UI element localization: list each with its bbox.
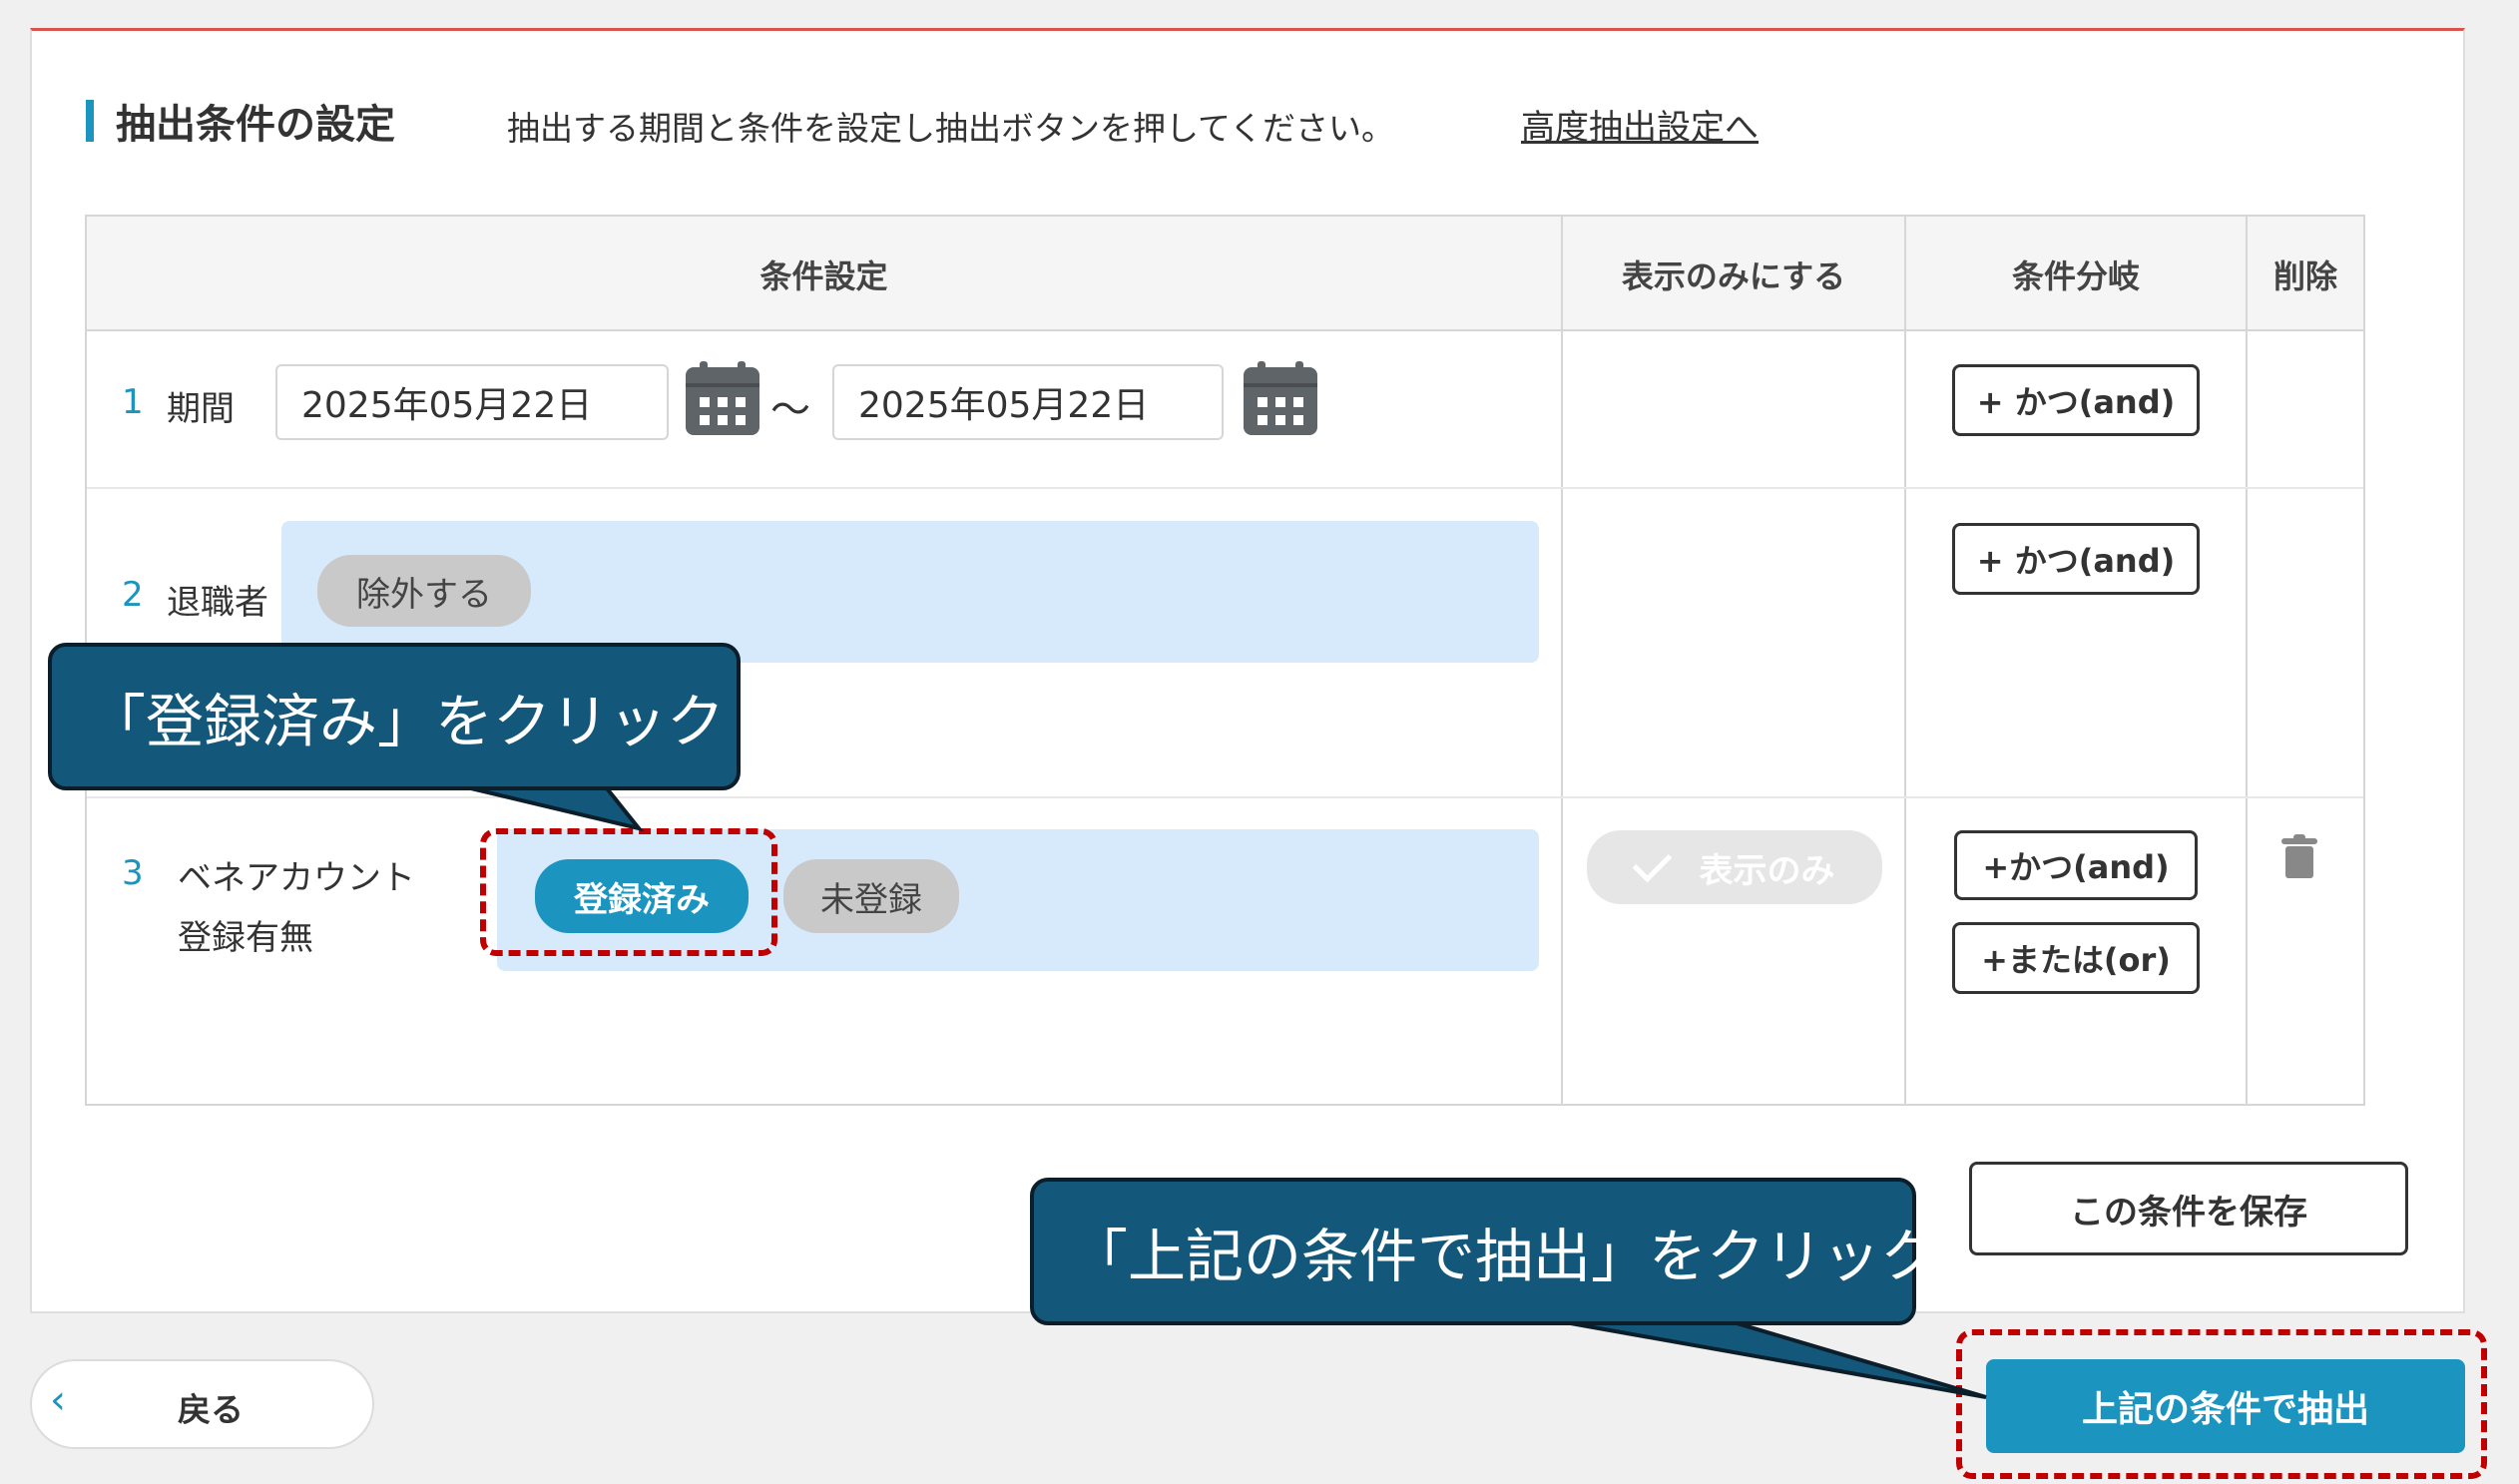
callout-click-registered: 「登録済み」をクリック — [48, 643, 741, 790]
callout-click-extract: 「上記の条件で抽出」をクリック — [1030, 1178, 1938, 1325]
callout-pointer — [1536, 1315, 1987, 1399]
